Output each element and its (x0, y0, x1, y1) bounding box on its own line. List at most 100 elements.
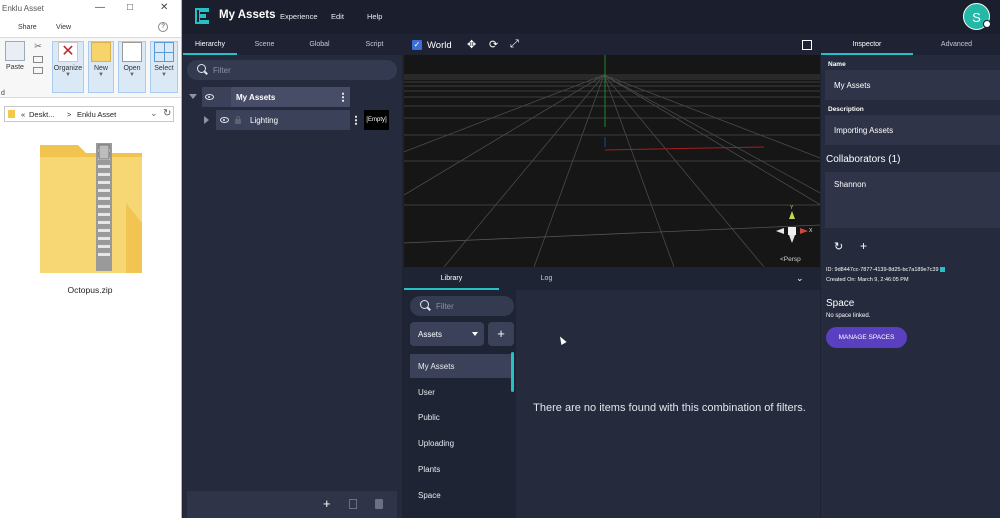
library-item-uploading[interactable]: Uploading (410, 431, 512, 455)
avatar-status-badge (983, 20, 991, 28)
organize-label: Organize (53, 65, 83, 72)
tab-scene[interactable]: Scene (237, 35, 292, 55)
tab-hierarchy[interactable]: Hierarchy (183, 35, 237, 55)
zip-file-icon[interactable] (38, 143, 146, 273)
chevron-down-icon: ▼ (65, 72, 71, 78)
close-icon[interactable]: ✕ (160, 2, 168, 13)
menu-experience[interactable]: Experience (280, 12, 318, 21)
hierarchy-panel: Hierarchy Scene Global Script Filter My … (183, 35, 402, 518)
library-item-space[interactable]: Space (410, 483, 512, 507)
chevron-down-icon[interactable] (189, 94, 197, 99)
paste-shortcut-icon[interactable] (33, 67, 43, 74)
rotate-tool-icon[interactable]: ⟳ (489, 38, 498, 51)
open-button[interactable]: Open ▼ (118, 41, 146, 93)
description-label: Description (828, 106, 864, 113)
library-filter-input[interactable]: Filter (410, 296, 514, 316)
select-label: Select (154, 65, 174, 72)
library-item-user[interactable]: User (410, 380, 512, 404)
move-tool-icon[interactable]: ✥ (467, 38, 476, 51)
add-collaborator-icon[interactable]: + (860, 239, 867, 253)
assets-dropdown[interactable]: Assets (410, 322, 484, 346)
maximize-icon[interactable]: □ (127, 2, 133, 13)
assets-dropdown-value: Assets (418, 330, 443, 339)
fullscreen-icon[interactable] (802, 40, 812, 50)
library-empty-message: There are no items found with this combi… (533, 402, 806, 414)
axis-gizmo[interactable]: Y X (772, 205, 813, 247)
new-button[interactable]: New ▼ (88, 41, 114, 93)
paste-button[interactable]: Paste (2, 41, 28, 93)
enklu-logo-icon[interactable] (194, 7, 210, 25)
lock-icon[interactable] (235, 116, 241, 124)
more-options-icon[interactable] (342, 92, 344, 102)
library-item-label: Public (418, 413, 440, 422)
hierarchy-toolbar: + (187, 491, 397, 518)
name-field[interactable]: My Assets (825, 70, 1000, 100)
scale-tool-icon[interactable]: ⤢ (510, 38, 519, 51)
copy-icon[interactable] (33, 56, 43, 63)
copy-id-icon[interactable] (940, 267, 946, 273)
visibility-eye-icon[interactable] (205, 94, 214, 100)
library-item-plants[interactable]: Plants (410, 457, 512, 481)
explorer-window-title: Enklu Asset (2, 4, 44, 13)
manage-spaces-button[interactable]: MANAGE SPACES (826, 327, 907, 348)
space-status-text: No space linked. (826, 313, 871, 319)
name-label: Name (828, 61, 846, 68)
address-segment-desktop[interactable]: Deskt... (29, 110, 54, 119)
mouse-cursor-icon (557, 335, 567, 345)
menu-edit[interactable]: Edit (331, 12, 344, 21)
refresh-icon[interactable]: ↻ (834, 240, 843, 253)
tab-inspector[interactable]: Inspector (821, 35, 913, 55)
collaborators-heading: Collaborators (1) (826, 154, 901, 165)
select-button[interactable]: Select ▼ (150, 41, 178, 93)
tab-global[interactable]: Global (292, 35, 347, 55)
description-value: Importing Assets (834, 126, 894, 135)
cut-icon[interactable]: ✂ (30, 41, 46, 52)
library-panel: Library Log ⌄ Filter Assets + My Assets … (404, 268, 820, 518)
menu-help[interactable]: Help (367, 12, 382, 21)
address-prefix: « (21, 110, 26, 119)
minimize-icon[interactable]: — (95, 2, 105, 13)
explorer-title-bar: Enklu Asset — □ ✕ (0, 0, 181, 18)
add-asset-button[interactable]: + (488, 322, 514, 346)
address-bar[interactable]: « Deskt... > Enklu Asset ⌄ ↻ (4, 106, 174, 122)
trash-icon[interactable] (375, 499, 383, 509)
library-item-public[interactable]: Public (410, 405, 512, 429)
tab-script[interactable]: Script (347, 35, 402, 55)
visibility-eye-icon[interactable] (220, 117, 229, 123)
tab-advanced[interactable]: Advanced (913, 35, 1000, 55)
library-item-my-assets[interactable]: My Assets (410, 354, 512, 378)
tab-log[interactable]: Log (499, 268, 594, 290)
refresh-icon[interactable]: ↻ (163, 108, 171, 119)
chevron-down-icon[interactable]: ⌄ (150, 108, 158, 119)
chevron-down-icon: ▼ (98, 72, 104, 78)
viewport-toolbar: ✓ World ✥ ⟳ ⤢ (404, 35, 820, 55)
hierarchy-row-label: My Assets (236, 93, 276, 102)
chevron-right-icon[interactable] (204, 116, 209, 124)
gizmo-y-label: Y (790, 205, 794, 211)
duplicate-icon[interactable] (349, 499, 357, 509)
library-scrollbar[interactable] (511, 352, 514, 392)
tab-library[interactable]: Library (404, 268, 499, 290)
scene-viewport[interactable]: Y X <Persp (404, 55, 820, 267)
perspective-label[interactable]: <Persp (780, 256, 801, 263)
chevron-down-icon[interactable]: ⌄ (796, 273, 804, 284)
hierarchy-row-my-assets[interactable]: My Assets (187, 87, 397, 107)
organize-button[interactable]: ✕ Organize ▼ (52, 41, 84, 93)
world-checkbox[interactable]: ✓ (412, 40, 422, 50)
address-segment-folder[interactable]: Enklu Asset (77, 110, 116, 119)
collaborator-name[interactable]: Shannon (834, 180, 866, 189)
help-icon[interactable]: ? (158, 22, 168, 32)
asset-id-text: ID: 9d8447cc-7877-4139-8d25-bc7a189e7c39 (826, 267, 946, 273)
ribbon-tab-share[interactable]: Share (18, 24, 37, 31)
add-icon[interactable]: + (323, 496, 331, 511)
persp-text: Persp (783, 256, 801, 263)
library-item-label: Plants (418, 465, 441, 474)
clipboard-icon (5, 41, 25, 61)
ribbon-tab-view[interactable]: View (56, 24, 71, 31)
gizmo-x-label: X (809, 228, 813, 234)
hierarchy-row-lighting[interactable]: Lighting [Empty] (187, 110, 397, 130)
description-field[interactable]: Importing Assets (825, 115, 1000, 145)
more-options-icon[interactable] (355, 115, 357, 125)
new-label: New (93, 65, 108, 72)
hierarchy-filter-input[interactable]: Filter (187, 60, 397, 80)
